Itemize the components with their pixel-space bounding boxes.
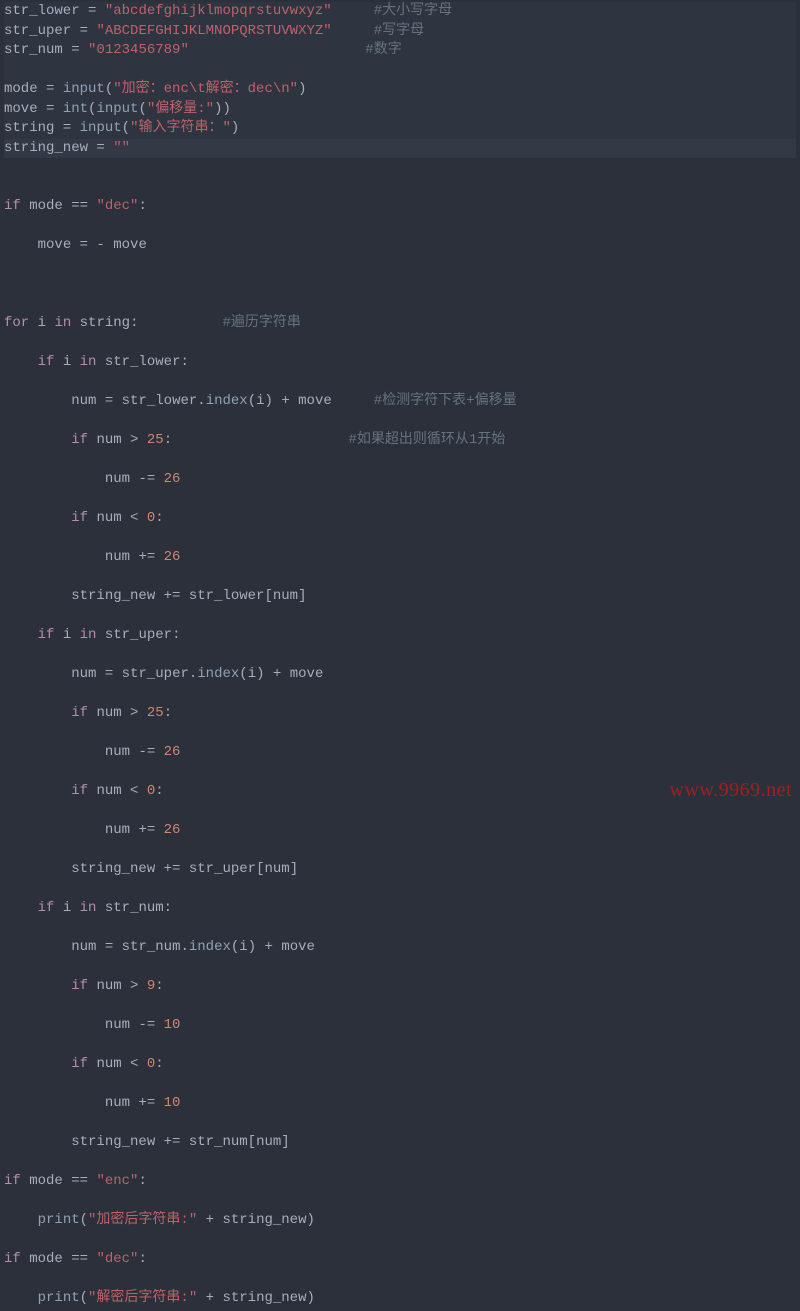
watermark-text: www.9969.net (670, 781, 792, 801)
code-block: str_lower = "abcdefghijklmopqrstuvwxyz" … (0, 0, 800, 1311)
